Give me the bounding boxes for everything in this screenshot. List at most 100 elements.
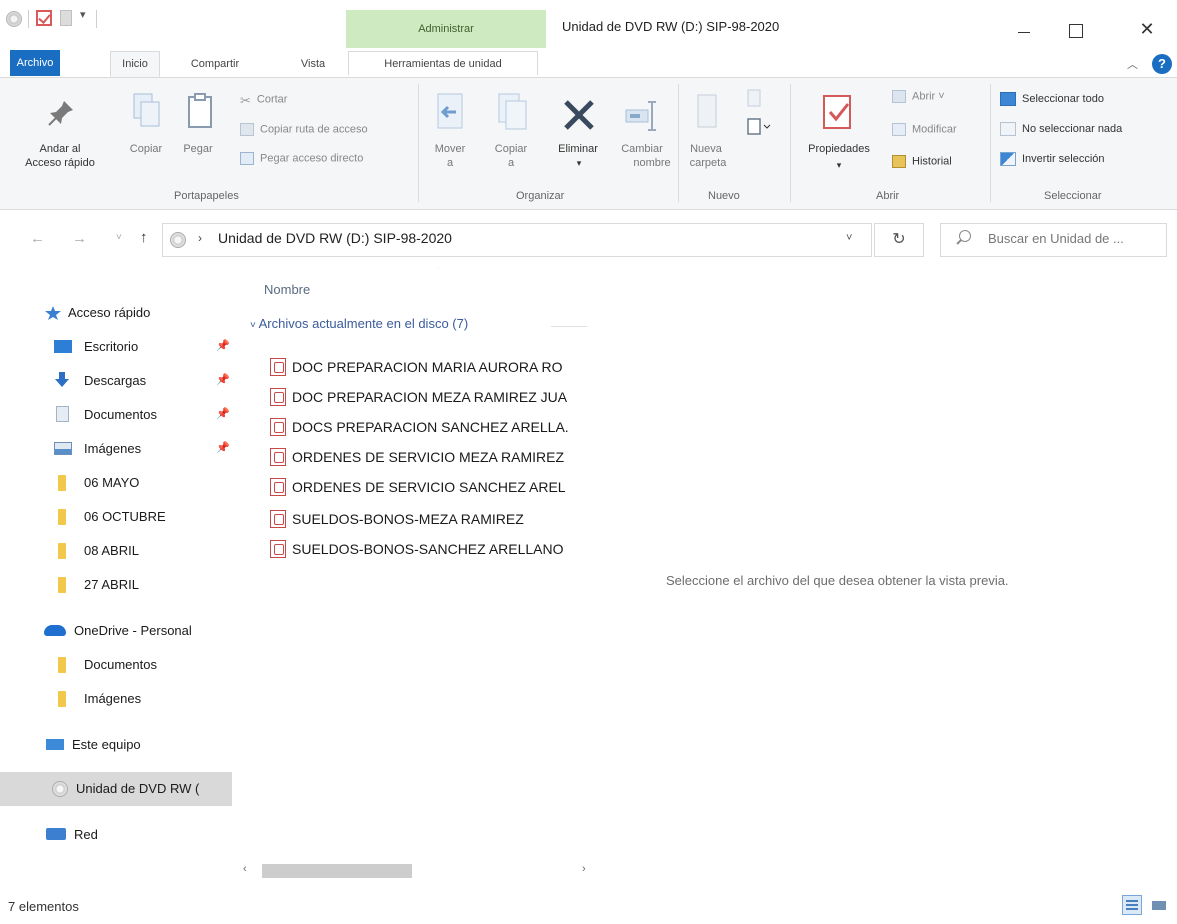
rename-button[interactable]: Cambiar nombre	[612, 86, 671, 186]
pin-label-line2: Acceso rápido	[25, 157, 95, 169]
nav-item-imagenes[interactable]: Imágenes 📌	[0, 432, 232, 466]
new-folder-button[interactable]: Nueva carpeta	[684, 86, 728, 186]
nav-item-onedrive-documentos[interactable]: Documentos	[0, 648, 232, 682]
ribbon-tab-bar: Archivo Inicio Compartir Vista Herramien…	[0, 50, 1177, 78]
move-to-button[interactable]: Mover a	[428, 86, 472, 186]
nav-item-folder[interactable]: 06 MAYO	[0, 466, 232, 500]
invert-selection-button[interactable]: Invertir selección	[1000, 152, 1105, 166]
group-collapse-chevron-icon[interactable]: ˅	[250, 320, 259, 331]
back-arrow-icon[interactable]: ←	[30, 230, 45, 247]
pin-label-line1: Andar al	[39, 143, 81, 155]
nav-item-acceso-rapido[interactable]: Acceso rápido	[0, 296, 232, 330]
new-item-button[interactable]	[744, 88, 772, 112]
nav-item-onedrive-imagenes[interactable]: Imágenes	[0, 682, 232, 716]
pin-icon[interactable]: 📌	[216, 407, 230, 420]
properties-check-icon	[823, 95, 851, 129]
tab-inicio[interactable]: Inicio	[110, 51, 160, 77]
nav-item-dvd-drive[interactable]: Unidad de DVD RW (	[0, 772, 232, 806]
scroll-left-arrow-icon[interactable]: ‹	[243, 863, 247, 875]
nav-item-red[interactable]: Red	[0, 818, 232, 852]
file-row[interactable]: SUELDOS-BONOS-SANCHEZ ARELLANO	[268, 538, 600, 562]
file-name: ORDENES DE SERVICIO SANCHEZ AREL	[292, 479, 566, 495]
file-row[interactable]: DOCS PREPARACION SANCHEZ ARELLA.	[268, 416, 600, 440]
address-dropdown-icon[interactable]: ˅	[846, 232, 852, 244]
group-separator	[418, 84, 419, 202]
close-button[interactable]: ✕	[1124, 10, 1170, 42]
pdf-file-icon	[270, 510, 286, 528]
tab-compartir[interactable]: Compartir	[180, 52, 250, 76]
tab-vista[interactable]: Vista	[288, 52, 338, 76]
modify-button[interactable]: Modificar	[892, 123, 957, 136]
open-button[interactable]: Abrir ˅	[892, 90, 945, 103]
select-none-icon	[1000, 122, 1016, 136]
nav-item-este-equipo[interactable]: Este equipo	[0, 728, 232, 762]
open-dropdown-arrow-icon[interactable]: ˅	[935, 90, 944, 102]
collapse-ribbon-icon[interactable]: ︿	[1127, 56, 1138, 72]
file-row[interactable]: ORDENES DE SERVICIO MEZA RAMIREZ	[268, 446, 600, 470]
minimize-button[interactable]	[1001, 10, 1047, 42]
network-icon	[46, 828, 66, 840]
pin-icon[interactable]: 📌	[216, 339, 230, 352]
select-none-button[interactable]: No seleccionar nada	[1000, 122, 1122, 136]
dvd-drive-icon	[52, 781, 68, 797]
pin-icon[interactable]: 📌	[216, 441, 230, 454]
paste-button[interactable]: Pegar	[174, 86, 224, 186]
customize-quick-access-arrow-icon[interactable]: ▾	[80, 8, 86, 21]
properties-button[interactable]: Propiedades ▾	[796, 86, 882, 186]
nav-item-onedrive[interactable]: OneDrive - Personal	[0, 614, 232, 648]
large-icons-view-icon[interactable]	[1150, 897, 1168, 913]
select-all-button[interactable]: Seleccionar todo	[1000, 92, 1104, 106]
nav-item-documentos[interactable]: Documentos 📌	[0, 398, 232, 432]
scroll-right-arrow-icon[interactable]: ›	[582, 863, 586, 875]
copy-button[interactable]: Copiar	[124, 86, 168, 186]
toolbar-separator	[96, 10, 97, 28]
file-row[interactable]: DOC PREPARACION MARIA AURORA RO	[268, 356, 600, 380]
new-folder-icon[interactable]	[60, 10, 72, 26]
recent-locations-chevron-icon[interactable]: ˅	[116, 232, 122, 243]
help-icon[interactable]: ?	[1152, 54, 1172, 74]
file-row[interactable]: DOC PREPARACION MEZA RAMIREZ JUA	[268, 386, 600, 410]
easy-access-button[interactable]	[746, 116, 776, 138]
delete-button[interactable]: Eliminar ▾	[550, 86, 608, 186]
paste-shortcut-button[interactable]: Pegar acceso directo	[240, 152, 363, 165]
tab-archivo[interactable]: Archivo	[10, 50, 60, 76]
documents-icon	[56, 406, 69, 422]
forward-arrow-icon[interactable]: →	[72, 230, 87, 247]
pdf-file-icon	[270, 418, 286, 436]
refresh-button[interactable]: ↻	[874, 223, 924, 257]
select-none-label: No seleccionar nada	[1022, 122, 1123, 135]
pin-icon[interactable]: 📌	[216, 373, 230, 386]
copy-path-button[interactable]: Copiar ruta de acceso	[240, 123, 368, 136]
horizontal-scrollbar-thumb[interactable]	[262, 864, 412, 878]
nav-item-folder[interactable]: 06 OCTUBRE	[0, 500, 232, 534]
maximize-button[interactable]	[1054, 10, 1100, 42]
cut-button[interactable]: ✂ Cortar	[240, 93, 287, 108]
history-button[interactable]: Historial	[892, 155, 952, 168]
properties-checkmark-icon[interactable]	[36, 10, 52, 26]
download-arrow-icon	[55, 372, 69, 387]
pin-quick-access-button[interactable]: Andar al Acceso rápido	[20, 86, 100, 186]
column-header-nombre[interactable]: Nombre	[264, 282, 310, 297]
nav-item-escritorio[interactable]: Escritorio 📌	[0, 330, 232, 364]
new-folder-label-line2: carpeta	[689, 157, 727, 169]
copy-to-button[interactable]: Copiar a	[486, 86, 536, 186]
breadcrumb[interactable]: Unidad de DVD RW (D:) SIP-98-2020	[218, 230, 452, 246]
up-arrow-icon[interactable]: ↑	[140, 229, 148, 246]
dvd-drive-icon[interactable]	[6, 11, 22, 27]
file-row[interactable]: ORDENES DE SERVICIO SANCHEZ AREL	[268, 476, 600, 500]
group-header[interactable]: ˅ Archivos actualmente en el disco (7)	[250, 316, 468, 331]
copy-to-label-line2: a	[507, 157, 515, 169]
tab-herramientas-de-unidad[interactable]: Herramientas de unidad	[348, 51, 538, 75]
properties-dropdown-arrow-icon[interactable]: ▾	[796, 158, 882, 172]
properties-label: Propiedades	[808, 143, 870, 155]
nav-label: Descargas	[84, 373, 147, 388]
nav-item-folder[interactable]: 27 ABRIL	[0, 568, 232, 602]
nav-item-folder[interactable]: 08 ABRIL	[0, 534, 232, 568]
details-view-icon[interactable]	[1122, 895, 1142, 915]
nav-item-descargas[interactable]: Descargas 📌	[0, 364, 232, 398]
clipboard-icon	[188, 93, 212, 128]
delete-dropdown-arrow-icon[interactable]: ▾	[550, 156, 608, 170]
file-row[interactable]: SUELDOS-BONOS-MEZA RAMIREZ	[268, 508, 600, 532]
breadcrumb-chevron-icon[interactable]: ›	[198, 231, 202, 245]
copy-path-label: Copiar ruta de acceso	[260, 123, 368, 136]
